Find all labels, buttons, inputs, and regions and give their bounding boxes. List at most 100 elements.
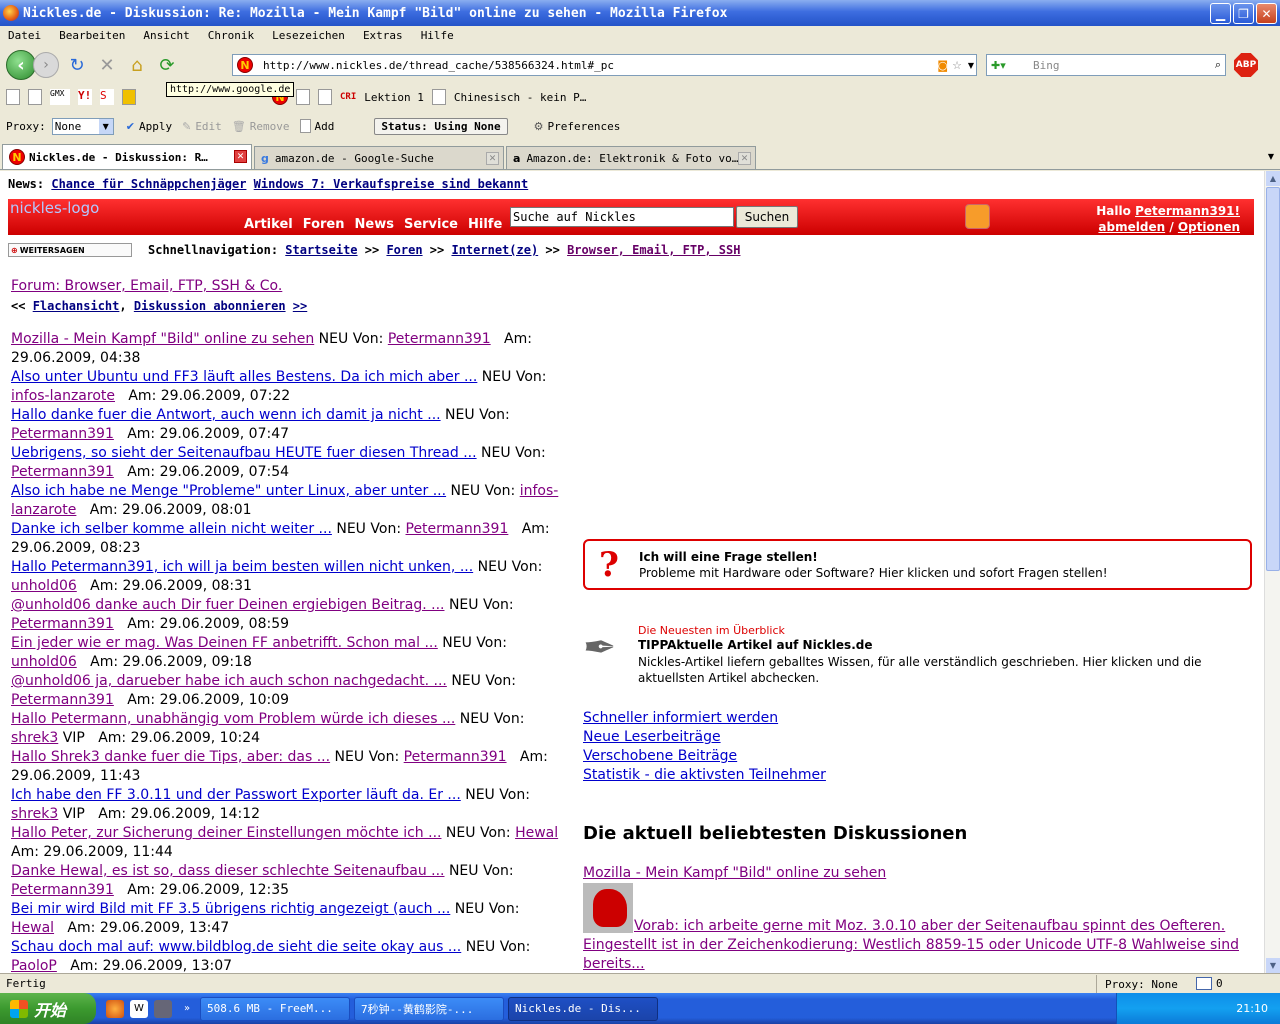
crumb-startseite[interactable]: Startseite [285, 243, 357, 257]
menu-bearbeiten[interactable]: Bearbeiten [59, 29, 125, 42]
author-link[interactable]: Petermann391 [11, 616, 114, 632]
vertical-scrollbar[interactable]: ▲ ▼ [1264, 171, 1280, 973]
firefox-launch-icon[interactable] [106, 999, 124, 1018]
apply-button[interactable]: Apply [139, 120, 172, 133]
author-link[interactable]: shrek3 [11, 730, 58, 746]
nav-service[interactable]: Service [404, 217, 458, 232]
search-bar[interactable]: ✚▾ Bing ⌕ [986, 54, 1226, 76]
crumb-foren[interactable]: Foren [386, 243, 422, 257]
popular-thread-link[interactable]: Mozilla - Mein Kampf "Bild" online zu se… [583, 865, 886, 881]
bookmark-gmx-icon[interactable]: GMX [50, 89, 70, 105]
scroll-down-icon[interactable]: ▼ [1266, 958, 1280, 973]
url-text[interactable]: http://www.nickles.de/thread_cache/53856… [263, 59, 614, 72]
tab-list-icon[interactable]: ▼ [1268, 152, 1274, 161]
thread-title-link[interactable]: Uebrigens, so sieht der Seitenaufbau HEU… [11, 445, 477, 461]
minimize-button[interactable]: ▁ [1210, 3, 1231, 24]
close-tab-icon[interactable]: ✕ [486, 152, 499, 165]
bookmark-yahoo-icon[interactable]: Y! [78, 89, 92, 105]
bookmark-lektion[interactable]: Lektion 1 [364, 91, 424, 104]
adblock-icon[interactable]: ABP [1234, 53, 1258, 77]
scroll-up-icon[interactable]: ▲ [1266, 171, 1280, 186]
options-link[interactable]: Optionen [1178, 220, 1240, 234]
ask-question-box[interactable]: ? Ich will eine Frage stellen! Probleme … [583, 539, 1252, 590]
info-link[interactable]: Verschobene Beiträge [583, 747, 826, 766]
thread-title-link[interactable]: Ein jeder wie er mag. Was Deinen FF anbe… [11, 635, 438, 651]
taskbar-firefox[interactable]: Nickles.de - Dis... [508, 996, 658, 1021]
more-launch-icon[interactable]: » [178, 1000, 196, 1018]
thread-title-link[interactable]: Mozilla - Mein Kampf "Bild" online zu se… [11, 331, 314, 347]
nav-hilfe[interactable]: Hilfe [468, 217, 502, 232]
reload-icon[interactable]: ↻ [65, 53, 89, 77]
edit-button[interactable]: Edit [195, 120, 222, 133]
menu-datei[interactable]: Datei [8, 29, 41, 42]
sync-icon[interactable]: ⟳ [155, 53, 179, 77]
taskbar-video[interactable]: 7秒钟--黄鹤影院-... [354, 996, 504, 1021]
rss-feed-icon[interactable]: ◙ [937, 59, 948, 72]
author-link[interactable]: Hewal [11, 920, 54, 936]
site-search-button[interactable]: Suchen [736, 206, 798, 228]
close-button[interactable]: ✕ [1256, 3, 1277, 24]
back-button[interactable]: ‹ [6, 50, 36, 80]
bookmark-star-icon[interactable]: ☆ [952, 59, 962, 72]
menu-hilfe[interactable]: Hilfe [421, 29, 454, 42]
thread-title-link[interactable]: Also ich habe ne Menge "Probleme" unter … [11, 483, 446, 499]
status-proxy[interactable]: Proxy: None [1096, 975, 1178, 993]
site-logo[interactable]: nickles-logo [10, 199, 99, 217]
preferences-button[interactable]: Preferences [548, 120, 621, 133]
menu-chronik[interactable]: Chronik [208, 29, 254, 42]
bookmark-page-icon[interactable] [296, 89, 310, 105]
proxy-select[interactable]: None [51, 117, 114, 135]
bookmark-page-icon[interactable] [6, 89, 20, 105]
author-link[interactable]: Hewal [515, 825, 558, 841]
menu-ansicht[interactable]: Ansicht [143, 29, 189, 42]
author-link[interactable]: unhold06 [11, 654, 77, 670]
forum-title[interactable]: Forum: Browser, Email, FTP, SSH & Co. [11, 278, 282, 294]
menu-extras[interactable]: Extras [363, 29, 403, 42]
bookmark-folder-icon[interactable] [122, 89, 136, 105]
thread-title-link[interactable]: Danke ich selber komme allein nicht weit… [11, 521, 332, 537]
bookmark-chinesisch[interactable]: Chinesisch - kein P… [454, 91, 586, 104]
author-link[interactable]: infos-lanzarote [11, 388, 115, 404]
thread-title-link[interactable]: Hallo Petermann391, ich will ja beim bes… [11, 559, 473, 575]
search-icon[interactable]: ⌕ [1215, 58, 1221, 72]
close-tab-icon[interactable]: ✕ [738, 152, 751, 165]
author-link[interactable]: Petermann391 [11, 426, 114, 442]
thread-title-link[interactable]: @unhold06 ja, darueber habe ich auch sch… [11, 673, 447, 689]
clock[interactable]: 21:10 [1236, 1002, 1268, 1015]
info-link[interactable]: Neue Leserbeiträge [583, 728, 826, 747]
author-link[interactable]: PaoloP [11, 958, 57, 973]
add-button[interactable]: Add [315, 120, 335, 133]
logout-link[interactable]: abmelden [1098, 220, 1165, 234]
author-link[interactable]: Petermann391 [406, 521, 509, 537]
site-search-input[interactable]: Suche auf Nickles [510, 207, 734, 227]
author-link[interactable]: Petermann391 [404, 749, 507, 765]
tab-google[interactable]: g amazon.de - Google-Suche ✕ [254, 146, 504, 169]
search-engine-icon[interactable]: ✚▾ [991, 59, 1006, 72]
rss-icon[interactable] [965, 204, 990, 229]
thread-title-link[interactable]: Hallo Shrek3 danke fuer die Tips, aber: … [11, 749, 330, 765]
thread-title-link[interactable]: Schau doch mal auf: www.bildblog.de sieh… [11, 939, 461, 955]
taskbar-freemind[interactable]: 508.6 MB - FreeM... [200, 996, 350, 1021]
author-link[interactable]: unhold06 [11, 578, 77, 594]
username-link[interactable]: Petermann391! [1135, 204, 1240, 218]
info-link[interactable]: Schneller informiert werden [583, 709, 826, 728]
thread-title-link[interactable]: Danke Hewal, es ist so, dass dieser schl… [11, 863, 445, 879]
author-link[interactable]: Petermann391 [11, 882, 114, 898]
thread-title-link[interactable]: Hallo danke fuer die Antwort, auch wenn … [11, 407, 441, 423]
share-button[interactable]: ⊕ WEITERSAGEN [8, 243, 132, 257]
forward-button[interactable]: › [33, 52, 59, 78]
news-link[interactable]: Windows 7: Verkaufspreise sind bekannt [254, 177, 529, 191]
nav-news[interactable]: News [355, 217, 394, 232]
bookmark-page-icon[interactable] [318, 89, 332, 105]
author-link[interactable]: Petermann391 [388, 331, 491, 347]
network-launch-icon[interactable] [154, 999, 172, 1018]
author-link[interactable]: Petermann391 [11, 464, 114, 480]
close-tab-icon[interactable]: ✕ [234, 150, 247, 163]
thread-title-link[interactable]: Also unter Ubuntu und FF3 läuft alles Be… [11, 369, 477, 385]
tab-amazon[interactable]: a Amazon.de: Elektronik & Foto vo… ✕ [506, 146, 756, 169]
scroll-thumb[interactable] [1266, 187, 1280, 571]
nav-foren[interactable]: Foren [303, 217, 345, 232]
menu-lesezeichen[interactable]: Lesezeichen [272, 29, 345, 42]
crumb-browser[interactable]: Browser, Email, FTP, SSH [567, 243, 740, 257]
stop-icon[interactable]: ✕ [95, 53, 119, 77]
